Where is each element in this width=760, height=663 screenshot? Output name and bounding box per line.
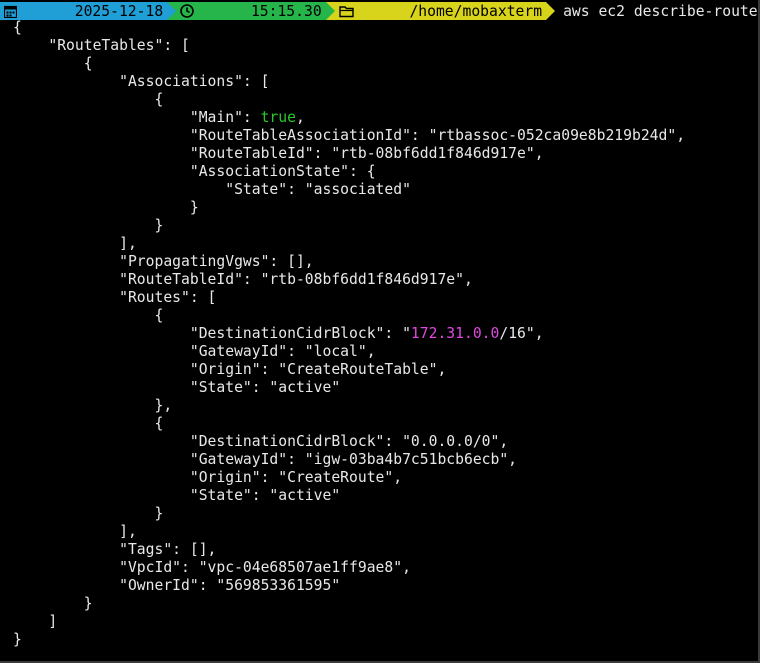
prompt-path-segment: /home/mobaxterm [334,2,547,20]
segment-separator [546,2,556,20]
segment-separator [325,2,335,20]
prompt-time: 15:15.30 [250,2,322,20]
output-line: "RouteTableId": "rtb-08bf6dd1f846d917e", [13,145,544,162]
output-line: } [13,595,93,612]
terminal-window[interactable]: 2025-12-18 15:15.30 /home/mobaxterm aws … [0,0,760,663]
output-line: "State": "active" [13,487,341,504]
command-output: { "RouteTables": [ { "Associations": [ {… [13,19,685,649]
output-line: "Main": true, [13,109,305,126]
output-line: ] [13,613,58,630]
output-line: }, [13,397,173,414]
output-line: { [13,91,164,108]
output-line: } [13,505,164,522]
output-line: "Origin": "CreateRoute", [13,469,403,486]
output-line: } [13,631,22,648]
prompt-path: /home/mobaxterm [409,2,543,20]
output-line: { [13,55,93,72]
output-line: "RouteTableAssociationId": "rtbassoc-052… [13,127,686,144]
output-line: ], [13,235,137,252]
output-line: "Associations": [ [13,73,270,90]
prompt-date-segment: 2025-12-18 [0,2,168,20]
output-line: "State": "associated" [13,181,411,198]
output-line: "GatewayId": "igw-03ba4b7c51bcb6ecb", [13,451,518,468]
output-line: } [13,217,164,234]
output-line: "VpcId": "vpc-04e68507ae1ff9ae8", [13,559,411,576]
output-line: "GatewayId": "local", [13,343,376,360]
output-line: { [13,415,164,432]
output-line: "OwnerId": "569853361595" [13,577,341,594]
output-line: "Origin": "CreateRouteTable", [13,361,447,378]
output-line: { [13,307,164,324]
segment-separator [167,2,177,20]
output-line: "RouteTables": [ [13,37,190,54]
output-line: } [13,199,199,216]
output-line: "PropagatingVgws": [], [13,253,314,270]
output-line: "RouteTableId": "rtb-08bf6dd1f846d917e", [13,271,473,288]
output-line: "Routes": [ [13,289,217,306]
output-line: { [13,19,22,36]
output-line: "State": "active" [13,379,341,396]
output-line: "AssociationState": { [13,163,376,180]
output-line: "DestinationCidrBlock": "0.0.0.0/0", [13,433,509,450]
prompt-time-segment: 15:15.30 [176,2,326,20]
prompt-date: 2025-12-18 [74,2,164,20]
output-line: ], [13,523,137,540]
command-text: aws ec2 describe-route-tables [563,2,758,20]
output-line: "DestinationCidrBlock": "172.31.0.0/16", [13,325,544,342]
prompt-bar: 2025-12-18 15:15.30 /home/mobaxterm aws … [0,2,758,20]
output-line: "Tags": [], [13,541,217,558]
